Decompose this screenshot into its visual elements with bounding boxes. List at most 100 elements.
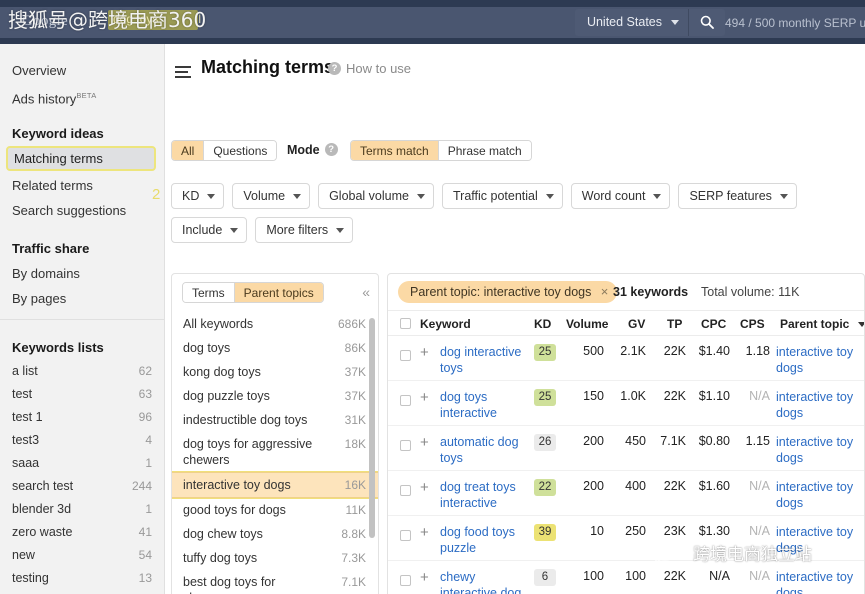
column-header-volume[interactable]: Volume	[566, 317, 608, 331]
row-checkbox[interactable]	[400, 438, 411, 456]
parent-topic-item[interactable]: dog chew toys 8.8K	[172, 522, 378, 546]
filter-button-include[interactable]: Include	[171, 217, 248, 243]
keywords-list-item[interactable]: test 1 96	[0, 406, 164, 429]
add-to-list-icon[interactable]: +	[420, 479, 429, 496]
parent-topic-item[interactable]: All keywords 686K	[172, 312, 378, 336]
cell-keyword[interactable]: dog interactive toys	[440, 344, 525, 376]
filter-button-volume[interactable]: Volume	[232, 183, 311, 209]
keywords-list-item[interactable]: test3 4	[0, 429, 164, 452]
column-header-kd[interactable]: KD	[534, 317, 551, 331]
close-icon[interactable]: ×	[601, 281, 609, 303]
cell-parent-topic[interactable]: interactive toy dogs	[776, 344, 860, 376]
serp-search-button[interactable]	[689, 9, 725, 36]
sidebar-heading-keywords-lists: Keywords lists	[12, 340, 104, 355]
filter-button-global-volume[interactable]: Global volume	[318, 183, 434, 209]
segmented-control-match-mode[interactable]: Terms match Phrase match	[350, 140, 532, 161]
tab-questions[interactable]: Questions	[204, 141, 277, 160]
cell-kd: 39	[534, 524, 556, 541]
parent-topic-item[interactable]: best dog toys for chewers7.1K	[172, 570, 378, 594]
sidebar-item-related-terms[interactable]: Related terms	[0, 173, 164, 198]
sidebar-item-label: Related terms	[12, 178, 93, 193]
row-checkbox[interactable]	[400, 528, 411, 546]
keywords-list-item[interactable]: new 54	[0, 544, 164, 567]
sidebar-item-matching-terms[interactable]: Matching terms	[6, 146, 156, 171]
tab-all[interactable]: All	[172, 141, 205, 160]
add-to-list-icon[interactable]: +	[420, 389, 429, 406]
sidebar-item-ads-history[interactable]: Ads historyBETA	[0, 83, 164, 108]
cell-kd: 26	[534, 434, 556, 451]
keywords-list-item[interactable]: test 63	[0, 383, 164, 406]
sidebar-item-search-suggestions[interactable]: Search suggestions	[0, 198, 164, 223]
cell-parent-topic[interactable]: interactive toy dogs	[776, 389, 860, 421]
filter-button-more-filters[interactable]: More filters	[255, 217, 354, 243]
select-all-checkbox[interactable]	[400, 318, 411, 332]
table-row[interactable]: + dog treat toys interactive 22 200 400 22K $1…	[388, 471, 864, 516]
row-checkbox[interactable]	[400, 483, 411, 501]
sidebar-item-by-pages[interactable]: By pages	[0, 286, 164, 311]
add-to-list-icon[interactable]: +	[420, 524, 429, 541]
parent-topic-item[interactable]: good toys for dogs 11K	[172, 498, 378, 522]
keywords-list-item[interactable]: Solar400	[0, 590, 164, 594]
parent-topic-item[interactable]: interactive toy dogs 16K	[172, 471, 378, 499]
hamburger-menu-icon[interactable]	[175, 66, 191, 81]
column-header-cps[interactable]: CPS	[740, 317, 765, 331]
how-to-use-link[interactable]: ? How to use	[328, 61, 411, 76]
parent-topic-item[interactable]: kong dog toys 37K	[172, 360, 378, 384]
column-header-parent-topic[interactable]: Parent topic	[780, 317, 864, 331]
row-checkbox[interactable]	[400, 573, 411, 591]
tab-phrase-match[interactable]: Phrase match	[438, 141, 531, 160]
tab-parent-topics[interactable]: Parent topics	[234, 283, 323, 302]
cell-parent-topic[interactable]: interactive toy dogs	[776, 479, 860, 511]
filter-button-serp-features[interactable]: SERP features	[678, 183, 797, 209]
segmented-control-terms-parent-topics[interactable]: Terms Parent topics	[182, 282, 324, 303]
keywords-list-item[interactable]: saaa 1	[0, 452, 164, 475]
row-checkbox[interactable]	[400, 393, 411, 411]
tab-terms[interactable]: Terms	[183, 283, 235, 302]
chevron-down-icon	[416, 193, 425, 199]
keywords-list-item[interactable]: testing 13	[0, 567, 164, 590]
parent-topic-item[interactable]: indestructible dog toys 31K	[172, 408, 378, 432]
keywords-list-item[interactable]: a list 62	[0, 360, 164, 383]
filter-button-kd[interactable]: KD	[171, 183, 225, 209]
parent-topic-item[interactable]: dog toys for aggressive chewers 18K	[172, 432, 378, 472]
cell-keyword[interactable]: dog treat toys interactive	[440, 479, 525, 511]
add-to-list-icon[interactable]: +	[420, 434, 429, 451]
table-row[interactable]: + dog toys interactive 25 150 1.0K 22K $1.10 N/…	[388, 381, 864, 426]
cell-parent-topic[interactable]: interactive toy dogs	[776, 434, 860, 466]
column-header-keyword[interactable]: Keyword	[420, 317, 471, 331]
table-row[interactable]: + automatic dog toys 26 200 450 7.1K $0.80 1.15…	[388, 426, 864, 471]
column-header-gv[interactable]: GV	[628, 317, 645, 331]
parent-topic-item[interactable]: dog puzzle toys 37K	[172, 384, 378, 408]
sidebar-item-by-domains[interactable]: By domains	[0, 261, 164, 286]
column-header-tp[interactable]: TP	[667, 317, 682, 331]
parent-topic-filter-chip[interactable]: Parent topic: interactive toy dogs ×	[398, 281, 618, 303]
filter-button-traffic-potential[interactable]: Traffic potential	[441, 183, 563, 209]
collapse-panel-icon[interactable]: «	[362, 284, 370, 300]
keywords-list-item[interactable]: zero waste 41	[0, 521, 164, 544]
cell-keyword[interactable]: dog food toys puzzle	[440, 524, 525, 556]
filter-button-word-count[interactable]: Word count	[570, 183, 671, 209]
cell-keyword[interactable]: automatic dog toys	[440, 434, 525, 466]
cell-gv: 100	[625, 569, 646, 583]
sidebar-item-label: By domains	[12, 266, 80, 281]
country-dropdown[interactable]: United States	[574, 9, 689, 36]
cell-keyword[interactable]: chewy interactive dog toys	[440, 569, 525, 594]
row-checkbox[interactable]	[400, 348, 411, 366]
tab-terms-match[interactable]: Terms match	[351, 141, 439, 160]
parent-topic-item[interactable]: dog toys 86K	[172, 336, 378, 360]
cell-tp: 22K	[663, 569, 686, 583]
add-to-list-icon[interactable]: +	[420, 569, 429, 586]
keywords-list-item[interactable]: search test 244	[0, 475, 164, 498]
table-row[interactable]: + dog interactive toys 25 500 2.1K 22K $1.40 1.…	[388, 336, 864, 381]
parent-topic-item[interactable]: tuffy dog toys 7.3K	[172, 546, 378, 570]
segmented-control-question-filter[interactable]: All Questions	[171, 140, 278, 161]
sidebar-item-overview[interactable]: Overview	[0, 58, 164, 83]
cell-parent-topic[interactable]: interactive toy dogs	[776, 569, 860, 594]
cell-keyword[interactable]: dog toys interactive	[440, 389, 525, 421]
cell-cps: N/A	[749, 389, 770, 403]
column-header-cpc[interactable]: CPC	[701, 317, 726, 331]
terms-scrollbar[interactable]	[369, 318, 375, 594]
keywords-list-item[interactable]: blender 3d 1	[0, 498, 164, 521]
cell-volume: 10	[590, 524, 604, 538]
add-to-list-icon[interactable]: +	[420, 344, 429, 361]
